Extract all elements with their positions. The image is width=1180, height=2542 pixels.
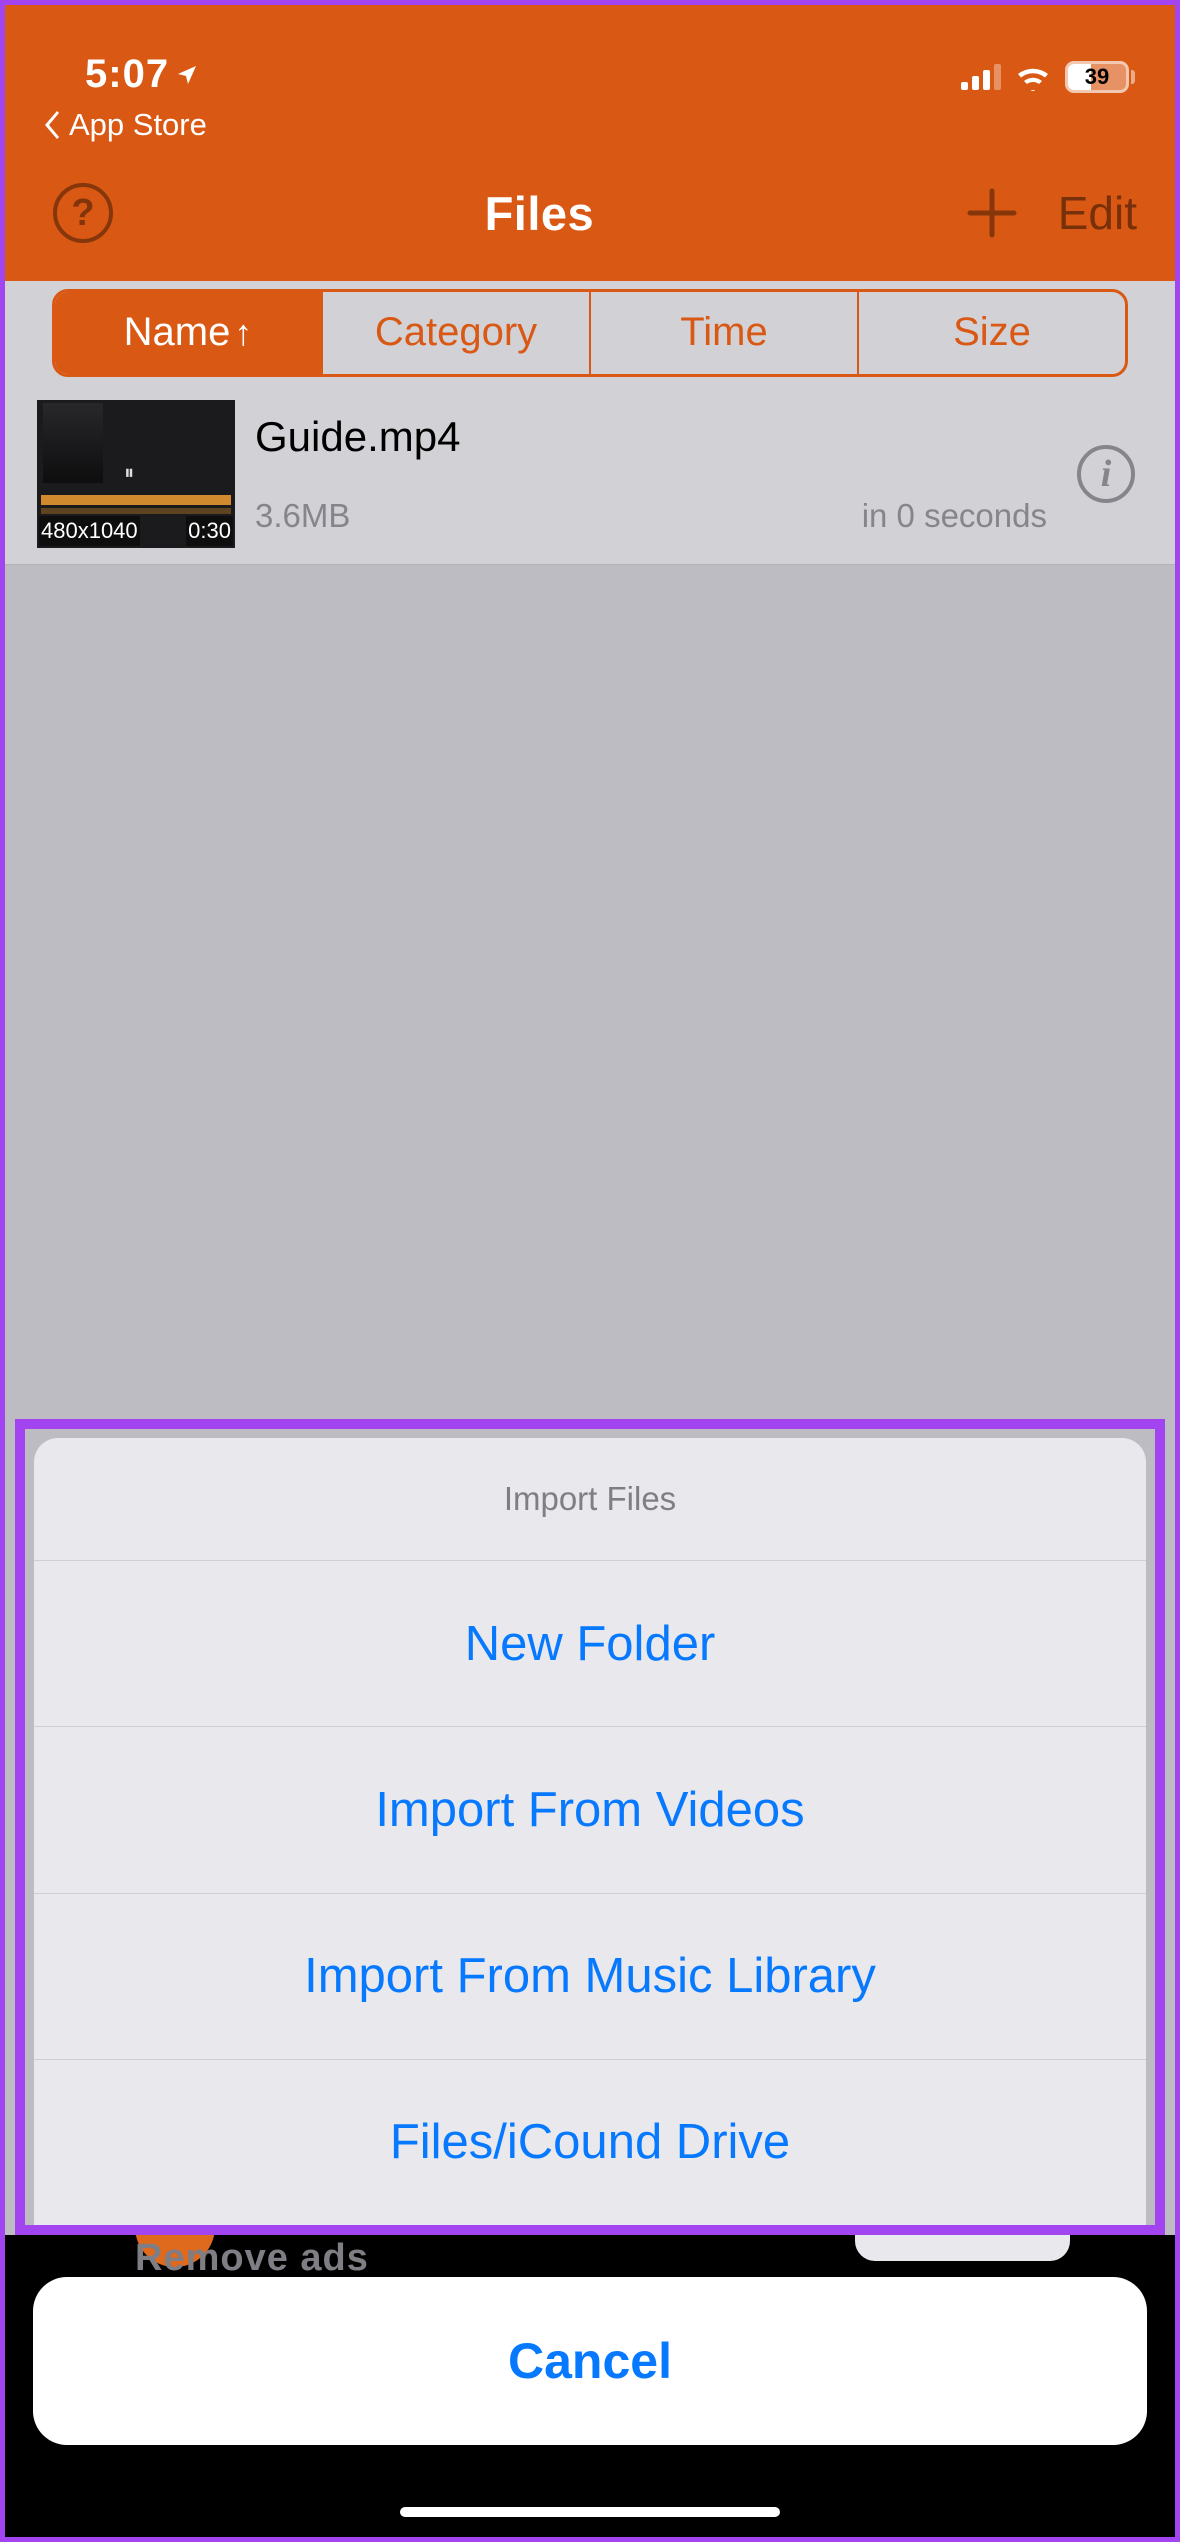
action-sheet-highlight-border: Import Files New Folder Import From Vide… <box>15 1419 1165 2235</box>
cellular-signal-icon <box>961 64 1001 90</box>
import-action-sheet: Import Files New Folder Import From Vide… <box>34 1438 1146 2225</box>
thumb-duration: 0:30 <box>186 516 233 546</box>
add-button[interactable] <box>966 187 1018 239</box>
file-name: Guide.mp4 <box>255 413 1077 461</box>
segment-category[interactable]: Category <box>323 292 591 374</box>
battery-percentage: 39 <box>1068 64 1126 90</box>
segment-name[interactable]: Name↑ <box>55 292 323 374</box>
location-arrow-icon <box>175 63 199 87</box>
remove-ads-text-fragment: Remove ads <box>135 2237 369 2280</box>
battery-icon: 39 <box>1065 61 1135 93</box>
file-subrow: 3.6MB in 0 seconds <box>255 497 1077 535</box>
file-row[interactable]: ⏸ 480x1040 0:30 Guide.mp4 3.6MB in 0 sec… <box>5 384 1175 565</box>
help-button[interactable]: ? <box>53 183 113 243</box>
file-info-button[interactable]: i <box>1077 445 1135 503</box>
sheet-import-videos[interactable]: Import From Videos <box>34 1726 1146 1892</box>
breadcrumb-label: App Store <box>69 107 207 143</box>
app-frame: 5:07 39 App Store <box>5 5 1175 2537</box>
back-chevron-icon <box>45 111 63 139</box>
sheet-import-music[interactable]: Import From Music Library <box>34 1893 1146 2059</box>
status-right: 39 <box>961 61 1135 97</box>
file-age: in 0 seconds <box>862 497 1047 535</box>
page-title: Files <box>113 186 966 241</box>
file-meta: Guide.mp4 3.6MB in 0 seconds <box>255 413 1077 535</box>
sheet-files-icloud[interactable]: Files/iCound Drive <box>34 2059 1146 2225</box>
status-left: 5:07 <box>85 52 199 97</box>
status-time: 5:07 <box>85 52 169 97</box>
wifi-icon <box>1015 63 1051 91</box>
segment-name-label: Name <box>124 310 231 355</box>
file-size: 3.6MB <box>255 497 350 535</box>
segment-time[interactable]: Time <box>591 292 859 374</box>
sort-segmented-row: Name↑ Category Time Size <box>5 281 1175 384</box>
thumb-resolution: 480x1040 <box>39 516 140 546</box>
video-thumbnail: ⏸ 480x1040 0:30 <box>37 400 235 548</box>
cancel-button[interactable]: Cancel <box>33 2277 1147 2445</box>
info-icon: i <box>1101 452 1112 496</box>
help-icon: ? <box>71 192 94 235</box>
segment-size[interactable]: Size <box>859 292 1125 374</box>
sheet-new-folder[interactable]: New Folder <box>34 1560 1146 1726</box>
plus-icon <box>966 187 1018 239</box>
nav-actions: Edit <box>966 186 1137 240</box>
home-indicator[interactable] <box>400 2507 780 2517</box>
status-bar: 5:07 39 <box>5 5 1175 105</box>
sort-segmented-control: Name↑ Category Time Size <box>52 289 1128 377</box>
sort-arrow-up-icon: ↑ <box>234 312 252 354</box>
edit-button[interactable]: Edit <box>1058 186 1137 240</box>
back-to-app-store[interactable]: App Store <box>5 105 1175 145</box>
nav-bar: ? Files Edit <box>5 145 1175 281</box>
sheet-title: Import Files <box>34 1438 1146 1560</box>
